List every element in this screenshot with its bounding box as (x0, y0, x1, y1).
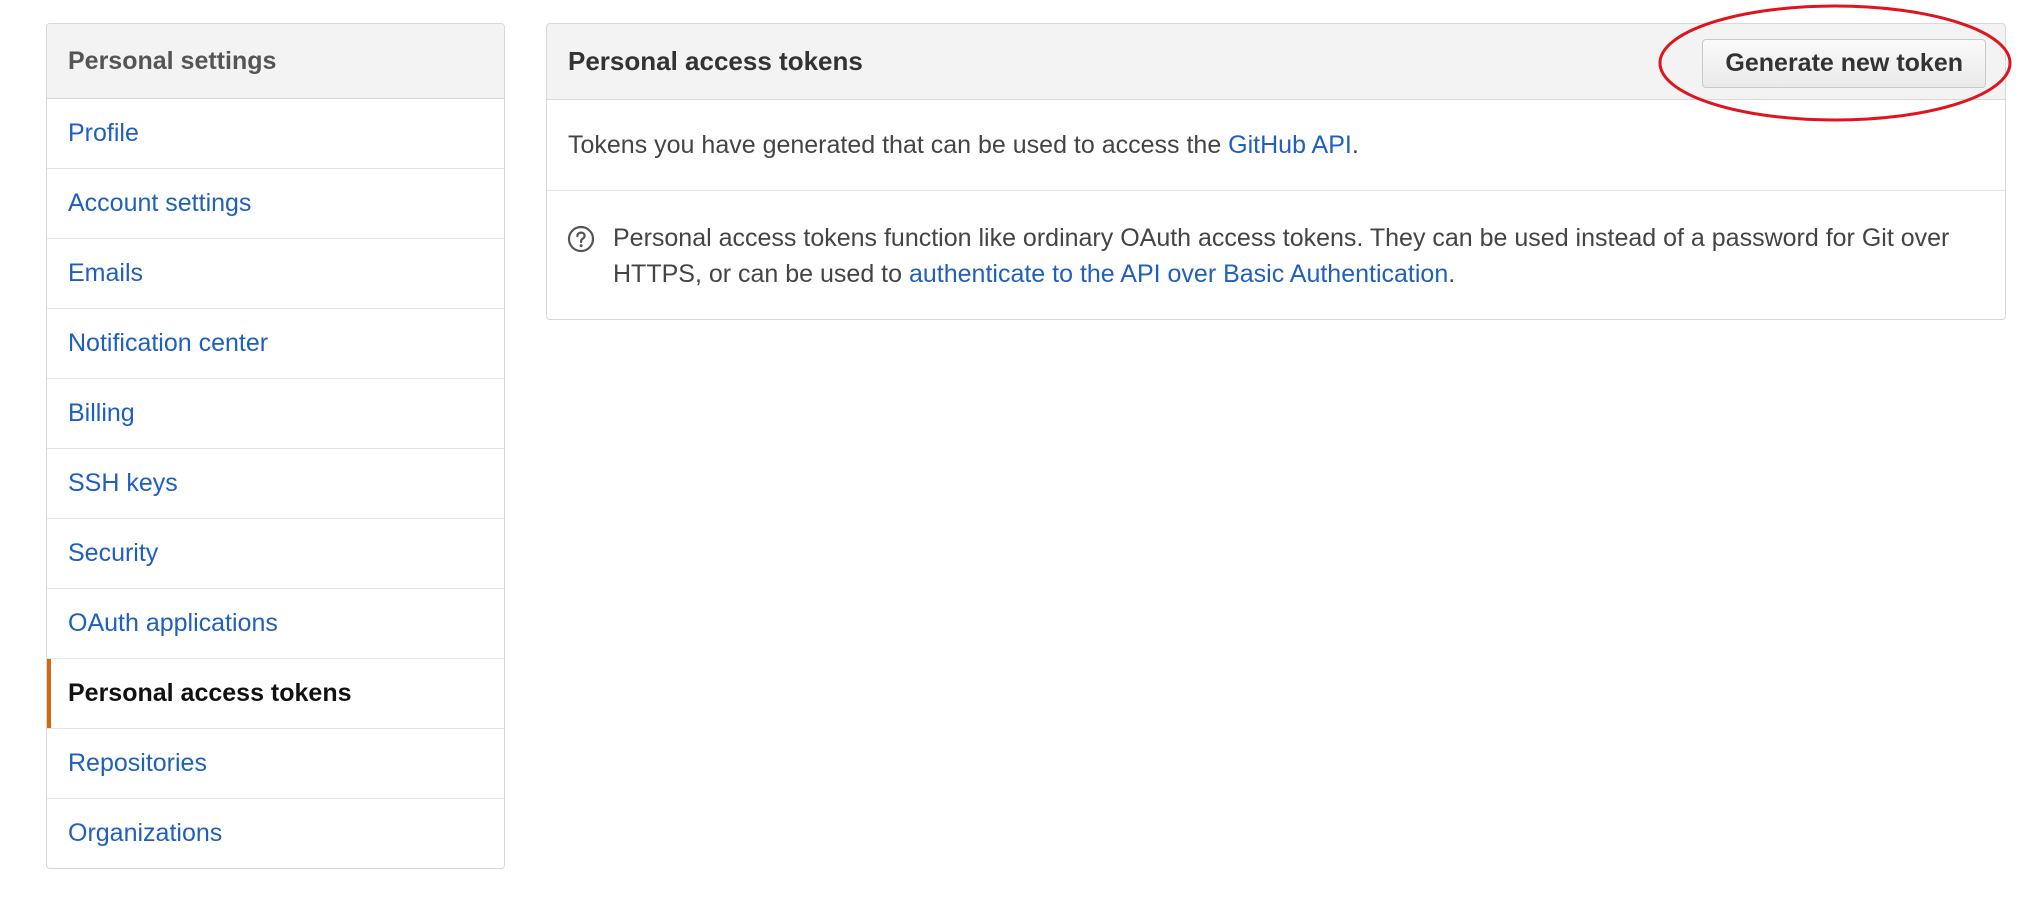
sidebar-title: Personal settings (47, 24, 504, 99)
settings-sidebar: Personal settings Profile Account settin… (46, 23, 505, 869)
sidebar-item-emails[interactable]: Emails (47, 239, 504, 309)
sidebar-item-ssh-keys[interactable]: SSH keys (47, 449, 504, 519)
tokens-intro-text: Tokens you have generated that can be us… (568, 131, 1359, 160)
question-circle-icon (567, 225, 595, 253)
panel-header: Personal access tokens Generate new toke… (547, 24, 2005, 100)
sidebar-item-notification-center[interactable]: Notification center (47, 309, 504, 379)
sidebar-item-organizations[interactable]: Organizations (47, 799, 504, 868)
sidebar-item-personal-access-tokens[interactable]: Personal access tokens (47, 659, 504, 729)
sidebar-item-profile[interactable]: Profile (47, 99, 504, 169)
generate-new-token-button[interactable]: Generate new token (1702, 39, 1986, 88)
sidebar-item-billing[interactable]: Billing (47, 379, 504, 449)
tokens-help-note: Personal access tokens function like ord… (547, 191, 2005, 292)
basic-authentication-link[interactable]: authenticate to the API over Basic Authe… (909, 260, 1448, 288)
sidebar-item-security[interactable]: Security (47, 519, 504, 589)
panel-title: Personal access tokens (568, 46, 863, 76)
github-api-link[interactable]: GitHub API (1228, 131, 1352, 159)
sidebar-item-account-settings[interactable]: Account settings (47, 169, 504, 239)
sidebar-item-oauth-applications[interactable]: OAuth applications (47, 589, 504, 659)
intro-end: . (1351, 130, 1359, 159)
note-end: . (1448, 260, 1456, 288)
page: Personal settings Profile Account settin… (0, 0, 2022, 906)
personal-access-tokens-panel: Personal access tokens Generate new toke… (546, 23, 2006, 320)
intro-text: Tokens you have generated that can be us… (568, 130, 1229, 159)
sidebar-item-repositories[interactable]: Repositories (47, 729, 504, 799)
tokens-intro: Tokens you have generated that can be us… (547, 100, 2005, 191)
